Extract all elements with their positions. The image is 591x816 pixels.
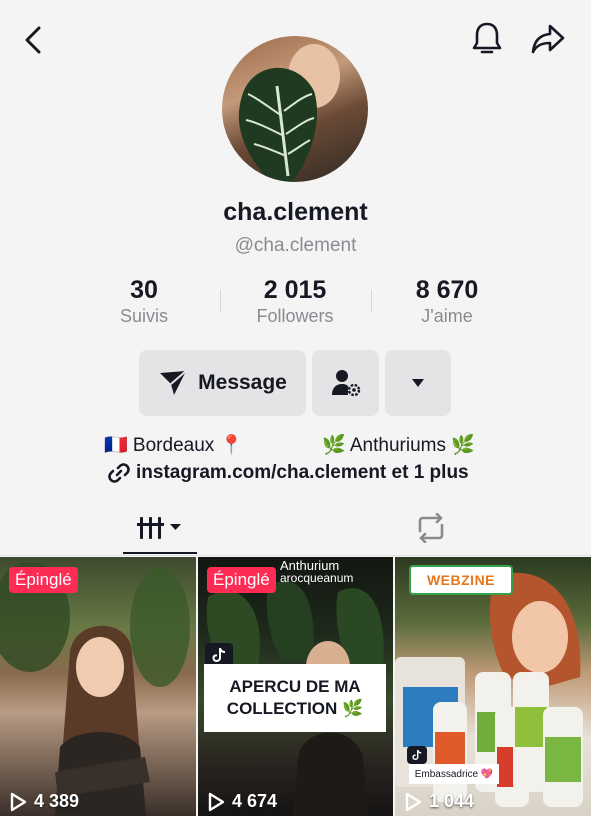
- video-grid: Épinglé 4 389 Épinglé Anthurium arocquea…: [0, 557, 591, 816]
- message-button[interactable]: Message: [139, 350, 306, 416]
- caption-line: arocqueanum: [280, 571, 354, 585]
- chevron-left-icon: [25, 26, 41, 54]
- grid-bars-icon: [137, 517, 181, 539]
- send-icon: [160, 370, 187, 395]
- followers-stat[interactable]: 2 015 Followers: [220, 276, 370, 327]
- suggested-accounts-button[interactable]: [385, 350, 451, 416]
- view-count: 4 389: [8, 791, 79, 812]
- share-arrow-icon: [531, 24, 565, 54]
- likes-stat[interactable]: 8 670 J'aime: [372, 276, 522, 327]
- ambassador-tag: Embassadrice 💖: [409, 764, 499, 784]
- ambassador-text: Embassadrice 💖: [414, 768, 494, 780]
- webzine-brand: WEBZINE: [426, 572, 496, 588]
- collection-title: APERCU DE MA COLLECTION 🌿: [226, 677, 364, 718]
- content-tabs: [0, 500, 591, 556]
- pinned-badge: Épinglé: [207, 567, 276, 593]
- message-label: Message: [198, 371, 287, 394]
- video-thumbnail[interactable]: Épinglé 4 389: [0, 557, 196, 816]
- profile-avatar[interactable]: [222, 36, 368, 182]
- webzine-logo: WEBZINE: [409, 565, 513, 595]
- user-handle: @cha.clement: [234, 235, 357, 256]
- play-icon: [10, 792, 27, 811]
- bio-topic: 🌿 Anthuriums 🌿: [322, 435, 475, 456]
- tab-reposts[interactable]: [395, 500, 467, 556]
- active-tab-indicator: [123, 552, 197, 554]
- back-button[interactable]: [14, 20, 54, 60]
- repost-icon: [418, 513, 444, 543]
- person-gear-icon: [331, 370, 360, 397]
- friend-settings-button[interactable]: [312, 350, 379, 416]
- video-caption-top: Anthurium arocqueanum: [280, 559, 353, 585]
- likes-label: J'aime: [421, 306, 473, 326]
- pinned-badge: Épinglé: [9, 567, 78, 593]
- play-icon: [405, 792, 422, 811]
- share-button[interactable]: [526, 18, 570, 60]
- tab-videos[interactable]: [123, 500, 197, 556]
- collection-title-card: APERCU DE MA COLLECTION 🌿: [204, 664, 386, 732]
- tiktok-logo-icon: [407, 746, 427, 764]
- woman-with-plants-image: [0, 562, 190, 816]
- view-count-text: 4 389: [34, 791, 80, 811]
- anthurium-leaf-image: [238, 44, 340, 182]
- view-count-text: 4 674: [232, 791, 278, 811]
- link-icon: [108, 463, 130, 483]
- video-thumbnail[interactable]: WEBZINE Embassadrice 💖 1 044: [395, 557, 591, 816]
- following-count: 30: [130, 276, 158, 304]
- bell-icon: [472, 22, 502, 54]
- view-count: 4 674: [206, 791, 277, 812]
- caret-down-icon: [412, 379, 424, 387]
- notifications-button[interactable]: [466, 18, 508, 60]
- view-count-text: 1 044: [429, 791, 475, 811]
- play-icon: [208, 792, 225, 811]
- likes-count: 8 670: [415, 276, 479, 304]
- bio-link[interactable]: instagram.com/cha.clement et 1 plus: [108, 462, 469, 484]
- following-label: Suivis: [119, 306, 168, 326]
- video-thumbnail[interactable]: Épinglé Anthurium arocqueanum APERCU DE …: [198, 557, 393, 816]
- username: cha.clement: [223, 198, 368, 226]
- bio-link-text: instagram.com/cha.clement et 1 plus: [136, 462, 469, 483]
- view-count: 1 044: [403, 791, 474, 812]
- followers-label: Followers: [256, 306, 334, 326]
- following-stat[interactable]: 30 Suivis: [69, 276, 219, 327]
- followers-count: 2 015: [263, 276, 327, 304]
- bio-location: 🇫🇷 Bordeaux 📍: [104, 435, 244, 456]
